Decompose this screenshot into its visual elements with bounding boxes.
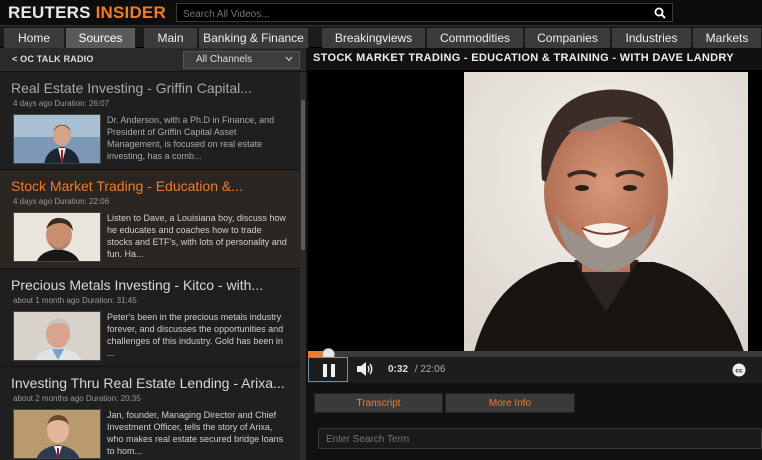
item-meta: about 1 month ago Duration: 31:45: [13, 296, 137, 305]
chevron-down-icon: [285, 56, 293, 62]
tab-main[interactable]: Main: [144, 28, 198, 48]
scrollbar-thumb[interactable]: [301, 100, 305, 250]
video-frame: [464, 72, 748, 352]
tab-transcript[interactable]: Transcript: [314, 393, 443, 413]
list-item[interactable]: Real Estate Investing - Griffin Capital.…: [0, 73, 300, 170]
item-description: Dr. Anderson, with a Ph.D in Finance, an…: [107, 115, 275, 161]
item-description: Jan, founder, Managing Director and Chie…: [107, 410, 284, 456]
transcript-search-input[interactable]: [319, 430, 761, 449]
closed-captions-icon[interactable]: cc: [732, 363, 746, 377]
video-thumbnail[interactable]: [13, 212, 101, 262]
tab-more-info[interactable]: More Info: [445, 393, 575, 413]
item-description: Peter's been in the precious metals indu…: [107, 312, 284, 358]
player-controls: 0:32 / 22:06 cc: [308, 357, 762, 383]
sidebar-header: < OC TALK RADIO All Channels: [0, 48, 306, 72]
video-thumbnail[interactable]: [13, 311, 101, 361]
item-title[interactable]: Precious Metals Investing - Kitco - with…: [11, 277, 291, 293]
sidebar-scrollbar[interactable]: [300, 72, 306, 460]
tab-breakingviews[interactable]: Breakingviews: [322, 28, 426, 48]
volume-icon[interactable]: [356, 361, 374, 377]
list-item[interactable]: Precious Metals Investing - Kitco - with…: [0, 270, 300, 367]
item-title[interactable]: Real Estate Investing - Griffin Capital.…: [11, 80, 291, 96]
svg-text:cc: cc: [735, 368, 743, 375]
item-meta: 4 days ago Duration: 26:07: [13, 99, 110, 108]
top-header: REUTERS INSIDER: [0, 0, 762, 26]
list-item[interactable]: Investing Thru Real Estate Lending - Ari…: [0, 368, 300, 460]
item-title[interactable]: Stock Market Trading - Education &...: [11, 178, 291, 194]
channel-select[interactable]: All Channels: [183, 51, 300, 69]
item-description: Listen to Dave, a Louisiana boy, discuss…: [107, 213, 287, 259]
back-to-channel-link[interactable]: < OC TALK RADIO: [12, 54, 94, 64]
video-list-sidebar: < OC TALK RADIO All Channels Real Estate…: [0, 48, 306, 460]
time-display: 0:32 / 22:06: [388, 364, 445, 375]
tab-home[interactable]: Home: [4, 28, 65, 48]
tab-industries[interactable]: Industries: [612, 28, 692, 48]
main-nav: Home Sources Main Banking & Finance Brea…: [0, 26, 762, 48]
tab-markets[interactable]: Markets: [693, 28, 762, 48]
total-duration: / 22:06: [414, 364, 446, 375]
tab-companies[interactable]: Companies: [525, 28, 611, 48]
search-bar: [176, 3, 673, 23]
transcript-search: [318, 428, 762, 449]
video-thumbnail[interactable]: [13, 114, 101, 164]
item-meta: 4 days ago Duration: 22:06: [13, 197, 110, 206]
item-meta: about 2 months ago Duration: 20:35: [13, 394, 141, 403]
channel-select-value: All Channels: [196, 54, 253, 65]
list-item-active[interactable]: Stock Market Trading - Education &... 4 …: [0, 171, 300, 269]
video-player[interactable]: [308, 70, 762, 352]
reuters-insider-logo[interactable]: REUTERS INSIDER: [8, 3, 166, 23]
tab-banking-finance[interactable]: Banking & Finance: [199, 28, 309, 48]
video-thumbnail[interactable]: [13, 409, 101, 459]
item-title[interactable]: Investing Thru Real Estate Lending - Ari…: [11, 375, 291, 391]
pause-button[interactable]: [308, 357, 348, 382]
tab-commodities[interactable]: Commodities: [427, 28, 524, 48]
video-title: STOCK MARKET TRADING - EDUCATION & TRAIN…: [313, 52, 734, 64]
search-icon[interactable]: [654, 7, 666, 19]
current-time: 0:32: [388, 364, 409, 375]
tab-sources[interactable]: Sources: [66, 28, 136, 48]
pause-icon: [323, 364, 335, 377]
search-input[interactable]: [177, 6, 672, 23]
logo-text-insider: INSIDER: [95, 3, 166, 22]
logo-text-reuters: REUTERS: [8, 3, 91, 22]
